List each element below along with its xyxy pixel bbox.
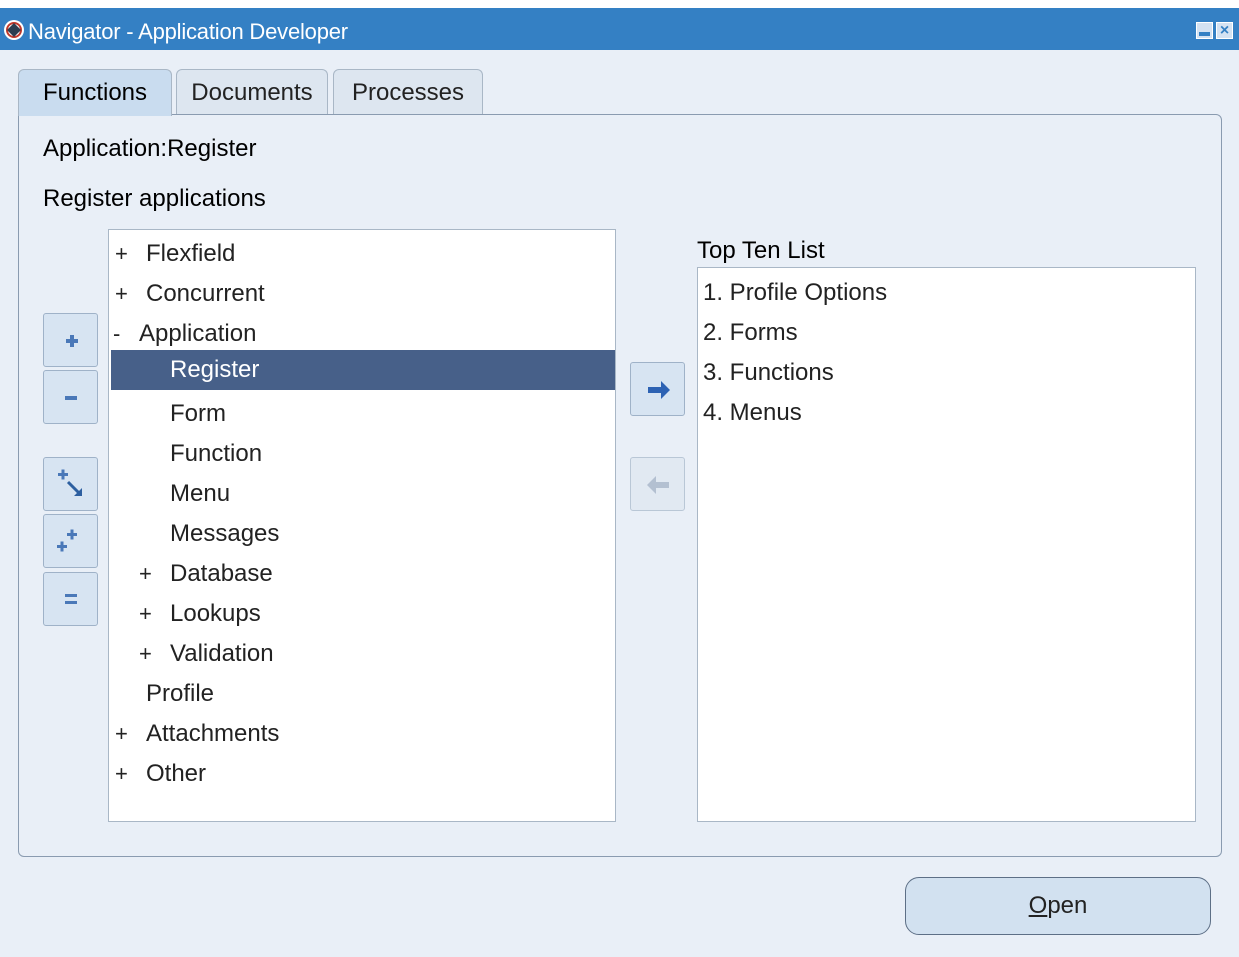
expand-branch-icon [58, 469, 82, 496]
tree-item-profile[interactable]: Profile [109, 674, 615, 714]
tree-item-form[interactable]: Form [109, 394, 615, 434]
arrow-left-icon [647, 476, 669, 494]
tab-processes[interactable]: Processes [333, 69, 483, 115]
expand-all-button[interactable] [43, 514, 98, 568]
tree-item-label: Profile [146, 680, 215, 707]
tree-item-menu[interactable]: Menu [109, 474, 615, 514]
tree-item-application[interactable]: - Application [109, 314, 615, 354]
tree-item-register[interactable]: Register [111, 350, 615, 390]
tree-item-database[interactable]: + Database [109, 554, 615, 594]
tree-item-label: Form [170, 400, 226, 427]
tree-item-label: Concurrent [146, 280, 265, 307]
add-to-top-ten-button[interactable] [630, 362, 685, 416]
tree-item-other[interactable]: + Other [109, 754, 615, 794]
tree-expander[interactable]: - [113, 314, 120, 354]
open-button[interactable]: Open [905, 877, 1211, 935]
list-item[interactable]: 1. Profile Options [703, 273, 887, 313]
open-label: pen [1047, 892, 1088, 919]
tree-item-label: Validation [170, 640, 274, 667]
expand-branch-button[interactable] [43, 457, 98, 511]
tree-item-label: Lookups [170, 600, 261, 627]
list-item[interactable]: 3. Functions [703, 353, 834, 393]
window-title: Navigator - Application Developer [28, 19, 348, 44]
collapse-all-button[interactable] [43, 572, 98, 626]
plus-icon [66, 335, 78, 347]
tree-item-validation[interactable]: + Validation [109, 634, 615, 674]
tree-expander[interactable]: + [139, 554, 152, 594]
tree-expander[interactable]: + [115, 274, 128, 314]
window-titlebar: Navigator - Application Developer × [0, 0, 1239, 50]
application-label: Application:Register [43, 135, 257, 162]
tree-item-lookups[interactable]: + Lookups [109, 594, 615, 634]
expand-button[interactable] [43, 313, 98, 367]
tree-item-label: Other [146, 760, 207, 787]
tab-documents[interactable]: Documents [176, 69, 328, 115]
minimize-button[interactable] [1196, 22, 1213, 39]
list-item[interactable]: 2. Forms [703, 313, 798, 353]
tree-item-label: Flexfield [146, 240, 236, 267]
tree-item-concurrent[interactable]: + Concurrent [109, 274, 615, 314]
collapse-all-icon [65, 594, 77, 604]
arrow-right-icon [648, 381, 670, 399]
tree-item-flexfield[interactable]: + Flexfield [109, 234, 615, 274]
expand-all-icon [57, 529, 77, 552]
tree-expander[interactable]: + [139, 594, 152, 634]
tree-item-messages[interactable]: Messages [109, 514, 615, 554]
remove-from-top-ten-button[interactable] [630, 457, 685, 511]
tree-item-label: Function [170, 440, 263, 467]
tree-item-label: Attachments [146, 720, 280, 747]
tree-expander[interactable]: + [139, 634, 152, 674]
top-ten-label: Top Ten List [697, 237, 825, 264]
tree-item-label: Register [170, 356, 260, 383]
minus-icon [65, 396, 77, 400]
tree-item-label: Messages [170, 520, 280, 547]
tree-expander[interactable]: + [115, 754, 128, 794]
collapse-button[interactable] [43, 370, 98, 424]
tree-item-label: Menu [170, 480, 231, 507]
tab-functions[interactable]: Functions [18, 69, 172, 116]
open-mnemonic: O [1028, 892, 1048, 919]
tree-item-label: Database [170, 560, 273, 587]
close-button[interactable]: × [1216, 22, 1233, 39]
tree-item-attachments[interactable]: + Attachments [109, 714, 615, 754]
tree-item-label: Application [139, 320, 257, 347]
oracle-forms-icon [4, 20, 24, 40]
top-ten-list[interactable]: 1. Profile Options 2. Forms 3. Functions… [697, 267, 1196, 822]
list-item[interactable]: 4. Menus [703, 393, 802, 433]
function-description: Register applications [43, 185, 266, 212]
tree-item-function[interactable]: Function [109, 434, 615, 474]
tree-expander[interactable]: + [115, 234, 128, 274]
function-tree[interactable]: + Flexfield + Concurrent - Application R… [108, 229, 616, 822]
tree-expander[interactable]: + [115, 714, 128, 754]
